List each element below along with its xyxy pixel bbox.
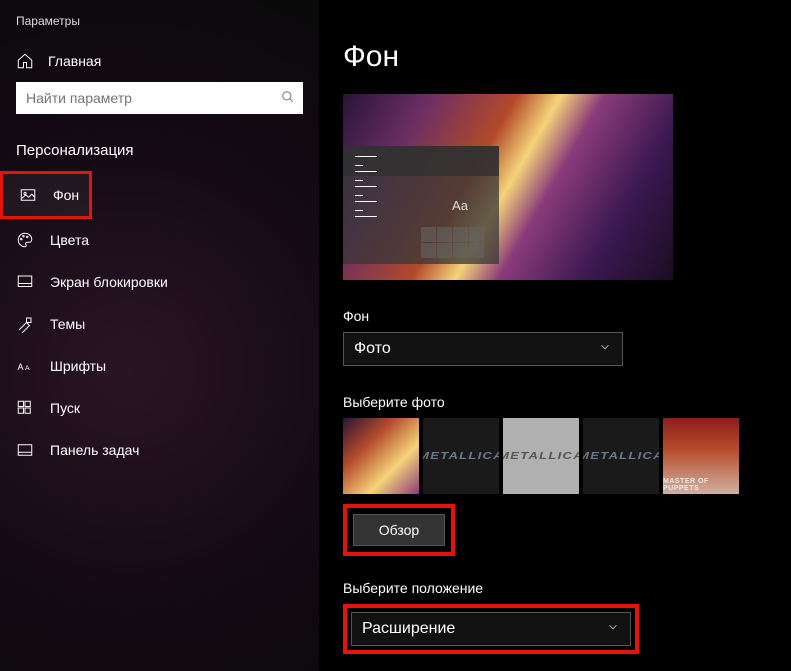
home-label: Главная <box>48 53 101 69</box>
position-section: Выберите положение Расширение <box>343 580 791 654</box>
nav-label: Цвета <box>50 232 89 248</box>
background-dropdown[interactable]: Фото <box>343 332 623 366</box>
nav-label: Темы <box>50 316 85 332</box>
svg-text:A: A <box>25 365 30 372</box>
search-input[interactable] <box>16 82 303 114</box>
chevron-down-icon <box>598 340 612 359</box>
nav-label: Пуск <box>50 400 80 416</box>
home-link[interactable]: Главная <box>0 42 319 82</box>
nav-item-start[interactable]: Пуск <box>0 387 319 429</box>
nav-label: Фон <box>53 187 79 203</box>
sidebar: Параметры Главная Персонализация Фон Цве… <box>0 0 319 671</box>
chevron-down-icon <box>606 620 620 639</box>
position-highlight: Расширение <box>343 604 639 654</box>
picture-icon <box>19 186 37 204</box>
nav-label: Шрифты <box>50 358 106 374</box>
thumb-caption: MASTER OF PUPPETS <box>663 478 739 492</box>
fonts-icon: AA <box>16 357 34 375</box>
browse-label: Обзор <box>379 522 419 538</box>
position-dropdown[interactable]: Расширение <box>351 612 631 646</box>
search-wrap <box>0 82 319 132</box>
browse-button[interactable]: Обзор <box>353 514 445 546</box>
preview-tile-grid <box>421 227 484 258</box>
preview-tiles: Aa <box>421 146 499 264</box>
thumb-logo: METALLICA <box>423 451 499 462</box>
window-title: Параметры <box>0 10 319 42</box>
photo-thumb-5[interactable]: MASTER OF PUPPETS <box>663 418 739 494</box>
start-icon <box>16 399 34 417</box>
nav-item-lockscreen[interactable]: Экран блокировки <box>0 261 319 303</box>
photo-thumb-1[interactable] <box>343 418 419 494</box>
nav-item-taskbar[interactable]: Панель задач <box>0 429 319 471</box>
choose-photo-label: Выберите фото <box>343 394 791 410</box>
position-label: Выберите положение <box>343 580 791 596</box>
browse-highlight: Обзор <box>343 504 455 556</box>
themes-icon <box>16 315 34 333</box>
main-content: Фон Aa Фон Фото Выберите фото METALLICA … <box>319 0 791 671</box>
nav-item-themes[interactable]: Темы <box>0 303 319 345</box>
preview-aa: Aa <box>452 198 468 213</box>
palette-icon <box>16 231 34 249</box>
svg-text:A: A <box>18 362 24 372</box>
photo-thumb-3[interactable]: METALLICA <box>503 418 579 494</box>
dropdown-value: Фото <box>354 340 391 358</box>
nav-item-background[interactable]: Фон <box>0 171 92 219</box>
nav-label: Панель задач <box>50 442 139 458</box>
preview-overlay: Aa <box>343 146 499 264</box>
photo-thumb-4[interactable]: METALLICA <box>583 418 659 494</box>
nav-label: Экран блокировки <box>50 274 168 290</box>
preview-lines <box>343 146 421 264</box>
background-label: Фон <box>343 308 791 324</box>
photo-thumbnails: METALLICA METALLICA METALLICA MASTER OF … <box>343 418 791 494</box>
lockscreen-icon <box>16 273 34 291</box>
desktop-preview: Aa <box>343 94 673 280</box>
page-title: Фон <box>343 40 791 74</box>
photo-thumb-2[interactable]: METALLICA <box>423 418 499 494</box>
home-icon <box>16 52 34 70</box>
dropdown-value: Расширение <box>362 620 455 638</box>
nav-item-fonts[interactable]: AA Шрифты <box>0 345 319 387</box>
thumb-logo: METALLICA <box>503 451 579 462</box>
nav-item-colors[interactable]: Цвета <box>0 219 319 261</box>
section-header: Персонализация <box>0 132 319 171</box>
thumb-logo: METALLICA <box>583 451 659 462</box>
taskbar-icon <box>16 441 34 459</box>
